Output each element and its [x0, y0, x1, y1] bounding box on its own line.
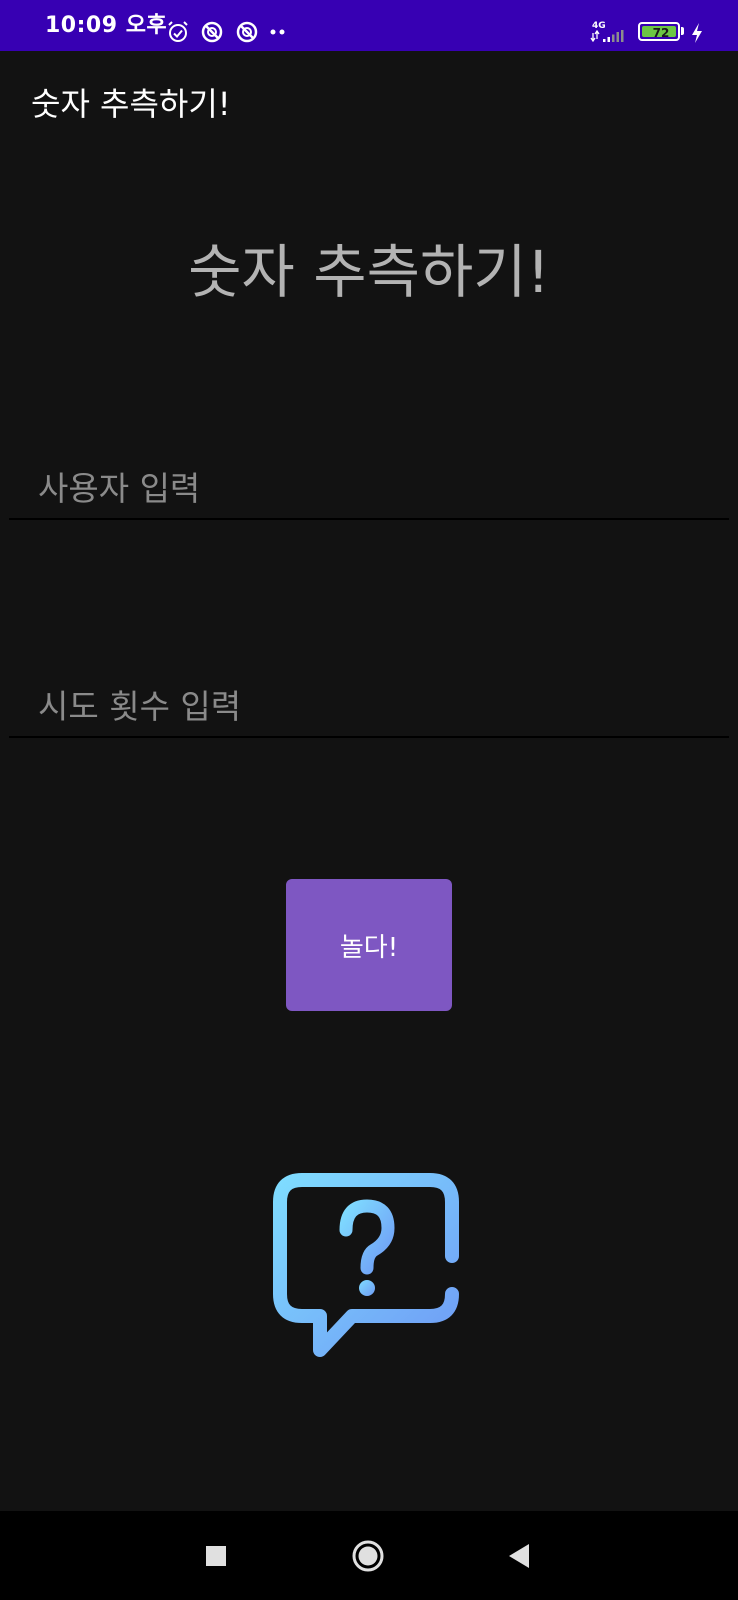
play-button[interactable]: 놀다!	[286, 879, 452, 1011]
sync-disabled-icon	[236, 21, 258, 43]
charging-icon	[692, 23, 702, 43]
status-time: 10:09 오후	[45, 13, 168, 38]
tries-input-field[interactable]	[9, 676, 729, 738]
alarm-icon	[168, 21, 188, 42]
recents-button[interactable]	[199, 1539, 233, 1573]
status-bar: 10:09 오후 4G 72	[0, 0, 738, 51]
page-title: 숫자 추측하기!	[188, 238, 550, 306]
battery-level: 72	[652, 26, 670, 40]
battery-cap	[681, 27, 684, 35]
app-bar-title: 숫자 추측하기!	[31, 85, 231, 123]
signal-icon	[590, 30, 624, 42]
question-chat-bubble-icon	[273, 1173, 459, 1357]
home-button[interactable]	[351, 1539, 385, 1573]
user-input-field[interactable]	[9, 458, 729, 520]
sync-disabled-icon	[201, 21, 223, 43]
more-notifications-icon	[270, 29, 285, 35]
battery-icon: 72	[638, 22, 680, 41]
navigation-bar	[0, 1511, 738, 1600]
back-button[interactable]	[503, 1539, 537, 1573]
